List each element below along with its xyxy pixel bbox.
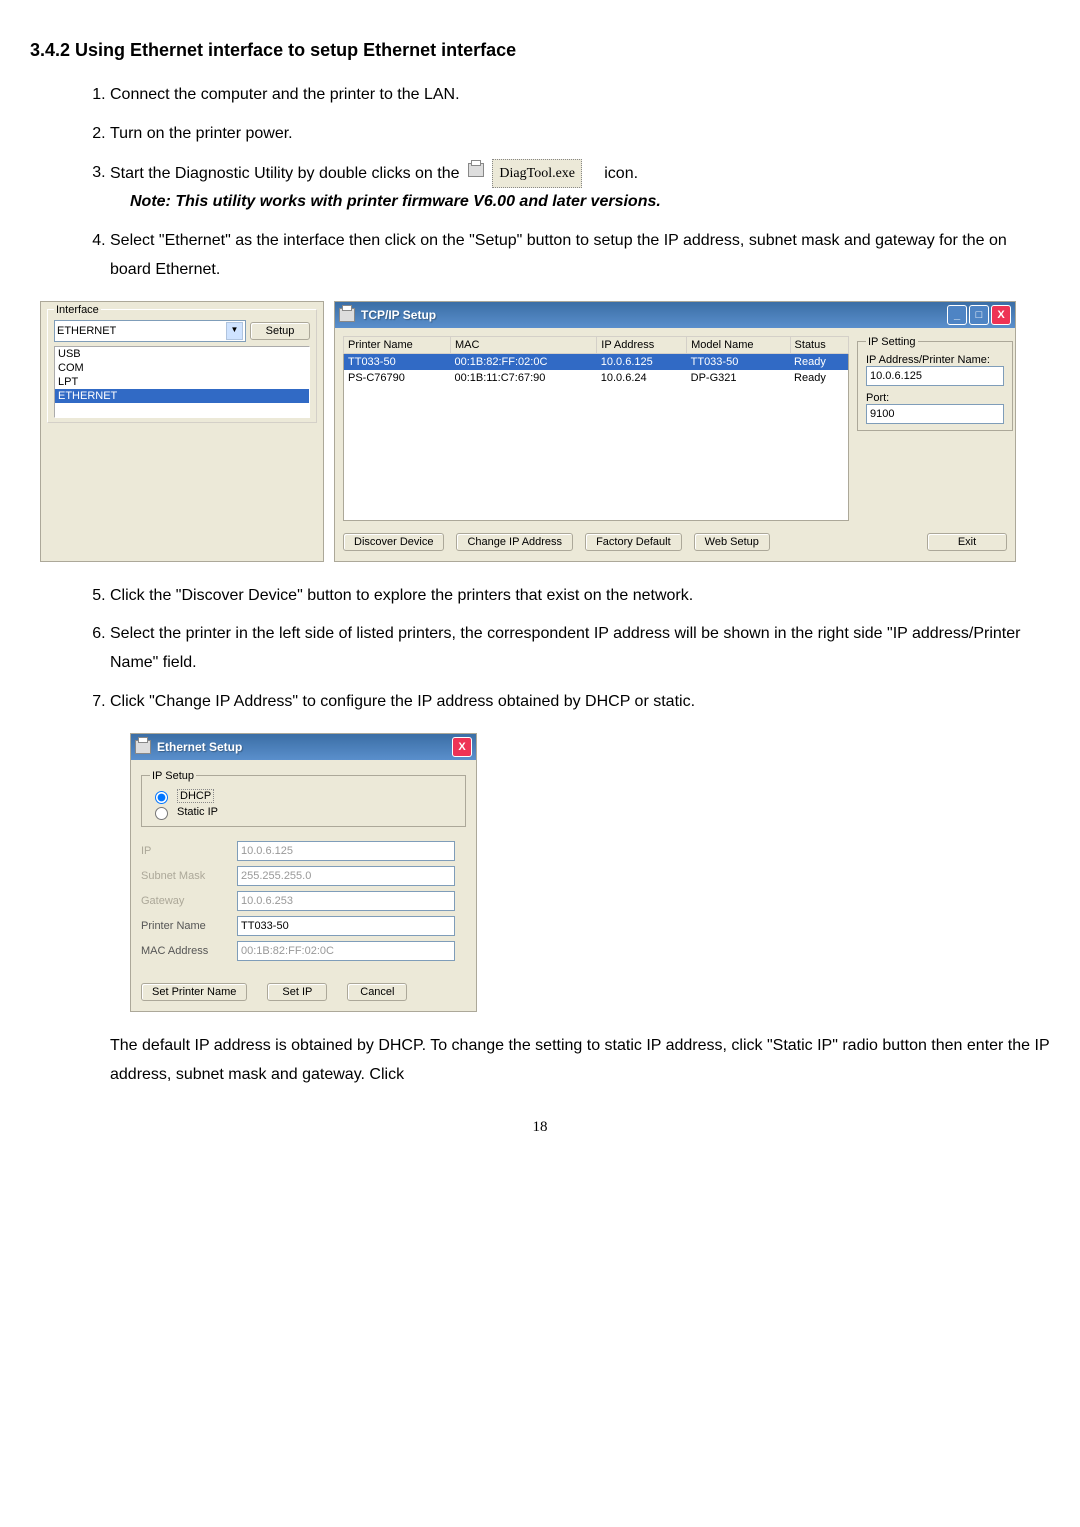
step-7: Click "Change IP Address" to configure t…	[110, 688, 1050, 717]
ethernet-title: Ethernet Setup	[157, 740, 242, 754]
ethernet-setup-window: Ethernet Setup X IP Setup DHCP Static IP…	[130, 733, 477, 1012]
step-3: Start the Diagnostic Utility by double c…	[110, 159, 1050, 217]
step-4: Select "Ethernet" as the interface then …	[110, 227, 1050, 285]
minimize-button[interactable]: _	[947, 305, 967, 325]
maximize-button[interactable]: □	[969, 305, 989, 325]
page-number: 18	[30, 1119, 1050, 1136]
dhcp-label: DHCP	[177, 789, 214, 803]
static-ip-label: Static IP	[177, 806, 218, 818]
mac-input	[237, 941, 455, 961]
discover-device-button[interactable]: Discover Device	[343, 533, 444, 551]
printer-icon	[468, 159, 484, 188]
device-table: Printer Name MAC IP Address Model Name S…	[343, 336, 849, 521]
ip-setting-fieldset: IP Setting IP Address/Printer Name: Port…	[857, 336, 1013, 431]
ip-setup-legend: IP Setup	[150, 770, 196, 782]
subnet-label: Subnet Mask	[141, 870, 231, 882]
interface-legend: Interface	[54, 304, 101, 316]
list-item[interactable]: USB	[55, 347, 309, 361]
col-mac[interactable]: MAC	[450, 336, 596, 353]
window-icon	[135, 740, 151, 754]
ip-addr-label: IP Address/Printer Name:	[866, 354, 1004, 366]
tcpip-window: TCP/IP Setup _ □ X Printer Name MAC IP A…	[334, 301, 1016, 562]
firmware-note: Note: This utility works with printer fi…	[130, 188, 1050, 217]
gateway-label: Gateway	[141, 895, 231, 907]
static-ip-radio[interactable]	[155, 807, 168, 820]
interface-panel: Interface ETHERNET ▼ Setup USB COM LPT E…	[40, 301, 324, 562]
section-heading: 3.4.2 Using Ethernet interface to setup …	[30, 40, 1050, 61]
step-3-text-a: Start the Diagnostic Utility by double c…	[110, 164, 460, 181]
table-row[interactable]: TT033-50 00:1B:82:FF:02:0C 10.0.6.125 TT…	[344, 353, 849, 370]
chevron-down-icon[interactable]: ▼	[226, 322, 243, 340]
gateway-input	[237, 891, 455, 911]
ethernet-titlebar: Ethernet Setup X	[131, 734, 476, 760]
table-row[interactable]: PS-C76790 00:1B:11:C7:67:90 10.0.6.24 DP…	[344, 370, 849, 386]
list-item[interactable]: ETHERNET	[55, 389, 309, 403]
window-icon	[339, 308, 355, 322]
list-item[interactable]: LPT	[55, 375, 309, 389]
paragraph: The default IP address is obtained by DH…	[110, 1032, 1050, 1090]
ip-input	[237, 841, 455, 861]
port-label: Port:	[866, 392, 1004, 404]
step-5: Click the "Discover Device" button to ex…	[110, 582, 1050, 611]
interface-listbox[interactable]: USB COM LPT ETHERNET	[54, 346, 310, 418]
mac-label: MAC Address	[141, 945, 231, 957]
step-1: Connect the computer and the printer to …	[110, 81, 1050, 110]
steps-list: Connect the computer and the printer to …	[70, 81, 1050, 285]
setup-button[interactable]: Setup	[250, 322, 310, 340]
change-ip-button[interactable]: Change IP Address	[456, 533, 573, 551]
interface-select[interactable]: ETHERNET ▼	[54, 320, 246, 342]
ip-addr-input[interactable]	[866, 366, 1004, 386]
cancel-button[interactable]: Cancel	[347, 983, 407, 1001]
steps-list-cont: Click the "Discover Device" button to ex…	[70, 582, 1050, 717]
factory-default-button[interactable]: Factory Default	[585, 533, 682, 551]
printer-name-label: Printer Name	[141, 920, 231, 932]
col-status[interactable]: Status	[790, 336, 848, 353]
tcpip-titlebar: TCP/IP Setup _ □ X	[335, 302, 1015, 328]
exit-button[interactable]: Exit	[927, 533, 1007, 551]
interface-select-value: ETHERNET	[57, 325, 116, 337]
printer-name-input[interactable]	[237, 916, 455, 936]
step-2: Turn on the printer power.	[110, 120, 1050, 149]
tcpip-title: TCP/IP Setup	[361, 308, 436, 322]
col-printer-name[interactable]: Printer Name	[344, 336, 451, 353]
diag-tool-label: DiagTool.exe	[492, 159, 582, 188]
list-item[interactable]: COM	[55, 361, 309, 375]
port-input[interactable]	[866, 404, 1004, 424]
close-button[interactable]: X	[452, 737, 472, 757]
step-3-text-b: icon.	[604, 164, 638, 181]
close-button[interactable]: X	[991, 305, 1011, 325]
set-ip-button[interactable]: Set IP	[267, 983, 327, 1001]
web-setup-button[interactable]: Web Setup	[694, 533, 770, 551]
dhcp-radio[interactable]	[155, 791, 168, 804]
ip-label: IP	[141, 845, 231, 857]
step-6: Select the printer in the left side of l…	[110, 620, 1050, 678]
ip-setting-legend: IP Setting	[866, 336, 918, 348]
col-model[interactable]: Model Name	[687, 336, 790, 353]
ip-setup-fieldset: IP Setup DHCP Static IP	[141, 770, 466, 827]
subnet-input	[237, 866, 455, 886]
set-printer-name-button[interactable]: Set Printer Name	[141, 983, 247, 1001]
col-ip[interactable]: IP Address	[597, 336, 687, 353]
